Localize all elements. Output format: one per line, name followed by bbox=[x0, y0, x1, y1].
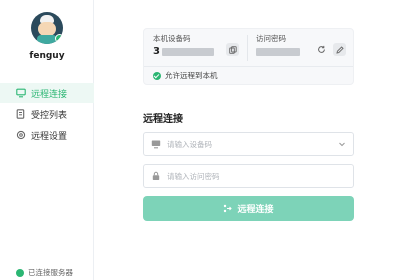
monitor-icon bbox=[16, 88, 26, 98]
card-divider bbox=[247, 35, 248, 61]
check-circle-icon bbox=[153, 71, 161, 80]
password-field[interactable] bbox=[143, 164, 354, 188]
device-id-value: 3 bbox=[153, 46, 160, 57]
avatar[interactable] bbox=[31, 12, 63, 44]
sidebar: fenguy 远程连接 受控列表 远程设置 已连接服务器 bbox=[0, 0, 94, 280]
refresh-password-button[interactable] bbox=[315, 43, 328, 56]
allow-remote-label: 允许远程到本机 bbox=[165, 71, 218, 80]
sidebar-item-label: 远程连接 bbox=[31, 89, 68, 100]
copy-icon bbox=[228, 45, 237, 54]
connection-status: 已连接服务器 bbox=[16, 267, 73, 278]
sidebar-item-remote-connect[interactable]: 远程连接 bbox=[0, 83, 94, 103]
avatar-face bbox=[38, 22, 56, 36]
lock-icon bbox=[151, 171, 161, 181]
monitor-icon bbox=[151, 139, 161, 149]
device-id-input[interactable] bbox=[167, 139, 337, 149]
device-id-masked bbox=[162, 48, 214, 56]
allow-remote-toggle[interactable]: 允许远程到本机 bbox=[153, 70, 218, 81]
edit-password-button[interactable] bbox=[333, 43, 346, 56]
online-badge-icon bbox=[55, 34, 63, 43]
gear-icon bbox=[16, 130, 26, 140]
refresh-icon bbox=[317, 45, 326, 54]
device-id-label: 本机设备码 bbox=[153, 34, 191, 43]
remote-connect-button[interactable]: 远程连接 bbox=[143, 196, 354, 221]
sidebar-item-label: 受控列表 bbox=[31, 110, 68, 121]
copy-button[interactable] bbox=[226, 43, 239, 56]
password-label: 访问密码 bbox=[256, 34, 286, 43]
sidebar-item-label: 远程设置 bbox=[31, 131, 68, 142]
username: fenguy bbox=[29, 51, 65, 61]
chevron-down-icon[interactable] bbox=[337, 139, 347, 149]
avatar-scarf bbox=[37, 35, 57, 44]
password-masked bbox=[256, 48, 300, 56]
remote-connect-label: 远程连接 bbox=[237, 205, 274, 215]
list-icon bbox=[16, 109, 26, 119]
sidebar-item-remote-settings[interactable]: 远程设置 bbox=[0, 125, 94, 145]
connection-status-text: 已连接服务器 bbox=[28, 268, 73, 277]
sidebar-item-controlled-list[interactable]: 受控列表 bbox=[0, 104, 94, 124]
device-id-field[interactable] bbox=[143, 132, 354, 156]
section-title: 远程连接 bbox=[143, 114, 183, 125]
card-divider-horizontal bbox=[144, 66, 353, 67]
device-info-card: 本机设备码 3 访问密码 允许远程到本机 bbox=[143, 28, 354, 85]
connect-icon bbox=[223, 204, 233, 213]
password-input[interactable] bbox=[167, 171, 337, 181]
shield-check-icon bbox=[16, 268, 24, 277]
edit-icon bbox=[335, 45, 344, 54]
